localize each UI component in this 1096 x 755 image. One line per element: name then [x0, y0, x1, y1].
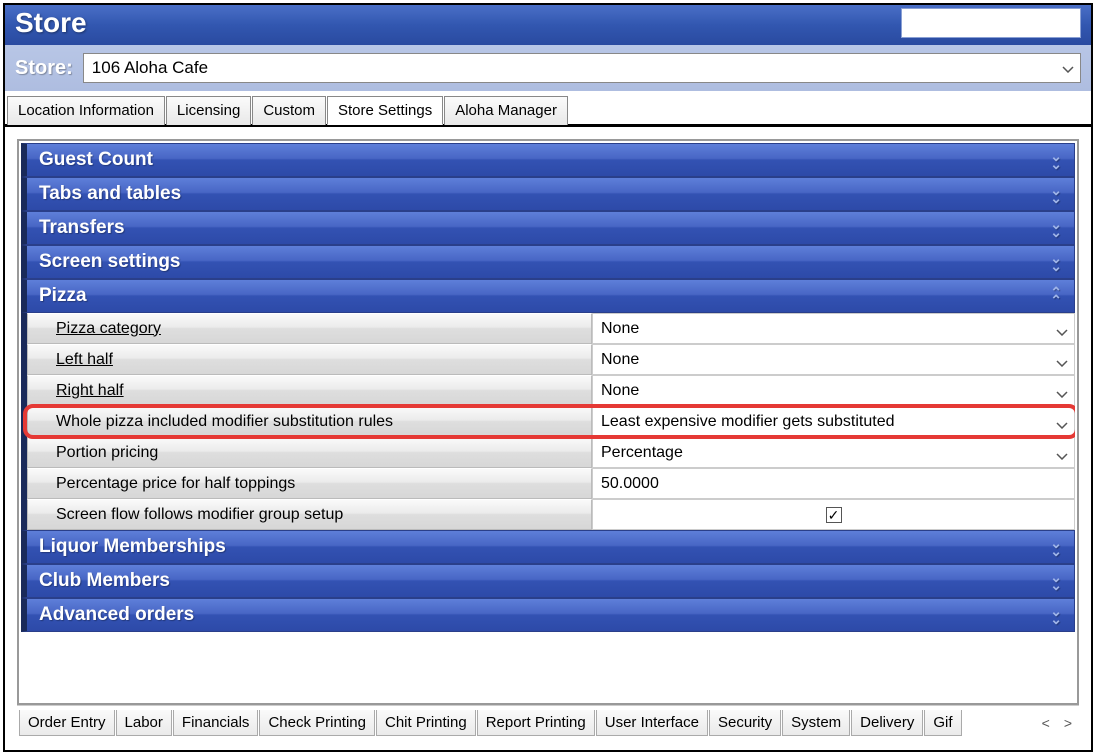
- tab-location-information[interactable]: Location Information: [7, 96, 165, 125]
- content-area: Guest Count ⌄⌄ Tabs and tables ⌄⌄ Transf…: [5, 127, 1091, 750]
- section-label: Liquor Memberships: [39, 536, 226, 558]
- input-value: 50.0000: [601, 475, 659, 493]
- right-half-dropdown[interactable]: None: [592, 375, 1075, 406]
- row-label: Portion pricing: [27, 437, 592, 468]
- section-advanced-orders[interactable]: Advanced orders ⌄⌄: [21, 598, 1075, 632]
- dropdown-value: None: [601, 351, 639, 369]
- dropdown-value: Least expensive modifier gets substitute…: [601, 413, 895, 431]
- chevron-collapse-icon: ⌄⌄: [1050, 186, 1062, 202]
- page-title: Store: [15, 7, 87, 39]
- section-liquor-memberships[interactable]: Liquor Memberships ⌄⌄: [21, 530, 1075, 564]
- percentage-half-input[interactable]: 50.0000: [592, 468, 1075, 499]
- title-search-box[interactable]: [901, 8, 1081, 38]
- bottom-tab-labor[interactable]: Labor: [116, 710, 172, 736]
- bottom-tab-delivery[interactable]: Delivery: [851, 710, 923, 736]
- row-label: Percentage price for half toppings: [27, 468, 592, 499]
- chevron-down-icon: [1062, 58, 1074, 78]
- chevron-collapse-icon: ⌄⌄: [1050, 539, 1062, 555]
- app-frame: Store Store: 106 Aloha Cafe Location Inf…: [3, 3, 1093, 752]
- bottom-tab-scroll: < >: [1037, 712, 1077, 734]
- tab-custom[interactable]: Custom: [252, 96, 326, 125]
- portion-pricing-dropdown[interactable]: Percentage: [592, 437, 1075, 468]
- row-label: Whole pizza included modifier substituti…: [27, 406, 592, 437]
- substitution-rules-dropdown[interactable]: Least expensive modifier gets substitute…: [592, 406, 1075, 437]
- dropdown-value: None: [601, 320, 639, 338]
- section-pizza[interactable]: Pizza ⌃⌃: [21, 279, 1075, 313]
- chevron-down-icon: [1056, 354, 1068, 372]
- section-label: Advanced orders: [39, 604, 194, 626]
- bottom-tab-gif[interactable]: Gif: [924, 710, 961, 736]
- bottom-tab-user-interface[interactable]: User Interface: [596, 710, 708, 736]
- chevron-down-icon: [1056, 416, 1068, 434]
- row-screen-flow: Screen flow follows modifier group setup…: [27, 499, 1075, 530]
- pizza-rows: Pizza category None Left half None: [21, 313, 1075, 530]
- chevron-expand-icon: ⌃⌃: [1050, 288, 1062, 304]
- tab-store-settings[interactable]: Store Settings: [327, 96, 443, 125]
- chevron-collapse-icon: ⌄⌄: [1050, 152, 1062, 168]
- row-percentage-half-toppings: Percentage price for half toppings 50.00…: [27, 468, 1075, 499]
- row-substitution-rules: Whole pizza included modifier substituti…: [27, 406, 1075, 437]
- bottom-tab-system[interactable]: System: [782, 710, 850, 736]
- chevron-down-icon: [1056, 323, 1068, 341]
- chevron-down-icon: [1056, 447, 1068, 465]
- bottom-tab-check-printing[interactable]: Check Printing: [259, 710, 375, 736]
- bottom-tab-report-printing[interactable]: Report Printing: [477, 710, 595, 736]
- row-label[interactable]: Left half: [27, 344, 592, 375]
- bottom-tabs: Order Entry Labor Financials Check Print…: [17, 705, 1079, 738]
- section-club-members[interactable]: Club Members ⌄⌄: [21, 564, 1075, 598]
- tab-licensing[interactable]: Licensing: [166, 96, 251, 125]
- top-tabs: Location Information Licensing Custom St…: [5, 91, 1091, 127]
- store-dropdown-value: 106 Aloha Cafe: [92, 58, 208, 78]
- section-tabs-tables[interactable]: Tabs and tables ⌄⌄: [21, 177, 1075, 211]
- chevron-collapse-icon: ⌄⌄: [1050, 607, 1062, 623]
- store-label: Store:: [15, 57, 73, 80]
- screen-flow-checkbox[interactable]: ✓: [826, 507, 842, 523]
- scroll-right-button[interactable]: >: [1059, 712, 1077, 734]
- row-pizza-category: Pizza category None: [27, 313, 1075, 344]
- section-label: Tabs and tables: [39, 183, 181, 205]
- title-bar: Store: [5, 5, 1091, 45]
- store-dropdown[interactable]: 106 Aloha Cafe: [83, 53, 1081, 83]
- chevron-down-icon: [1056, 385, 1068, 403]
- store-selector-row: Store: 106 Aloha Cafe: [5, 45, 1091, 91]
- chevron-collapse-icon: ⌄⌄: [1050, 220, 1062, 236]
- row-right-half: Right half None: [27, 375, 1075, 406]
- chevron-collapse-icon: ⌄⌄: [1050, 254, 1062, 270]
- section-transfers[interactable]: Transfers ⌄⌄: [21, 211, 1075, 245]
- section-label: Transfers: [39, 217, 125, 239]
- bottom-tab-chit-printing[interactable]: Chit Printing: [376, 710, 476, 736]
- pizza-category-dropdown[interactable]: None: [592, 313, 1075, 344]
- section-label: Guest Count: [39, 149, 153, 171]
- row-portion-pricing: Portion pricing Percentage: [27, 437, 1075, 468]
- row-left-half: Left half None: [27, 344, 1075, 375]
- dropdown-value: None: [601, 382, 639, 400]
- section-guest-count[interactable]: Guest Count ⌄⌄: [21, 143, 1075, 177]
- bottom-tab-security[interactable]: Security: [709, 710, 781, 736]
- screen-flow-checkbox-cell[interactable]: ✓: [592, 499, 1075, 530]
- row-label[interactable]: Pizza category: [27, 313, 592, 344]
- bottom-tab-order-entry[interactable]: Order Entry: [19, 710, 115, 736]
- scroll-left-button[interactable]: <: [1037, 712, 1055, 734]
- row-label[interactable]: Right half: [27, 375, 592, 406]
- dropdown-value: Percentage: [601, 444, 683, 462]
- bottom-tab-financials[interactable]: Financials: [173, 710, 259, 736]
- tab-aloha-manager[interactable]: Aloha Manager: [444, 96, 568, 125]
- left-half-dropdown[interactable]: None: [592, 344, 1075, 375]
- accordion: Guest Count ⌄⌄ Tabs and tables ⌄⌄ Transf…: [21, 143, 1075, 701]
- section-screen-settings[interactable]: Screen settings ⌄⌄: [21, 245, 1075, 279]
- section-label: Screen settings: [39, 251, 181, 273]
- row-label: Screen flow follows modifier group setup: [27, 499, 592, 530]
- chevron-collapse-icon: ⌄⌄: [1050, 573, 1062, 589]
- section-label: Pizza: [39, 285, 87, 307]
- settings-panel: Guest Count ⌄⌄ Tabs and tables ⌄⌄ Transf…: [17, 139, 1079, 705]
- section-label: Club Members: [39, 570, 170, 592]
